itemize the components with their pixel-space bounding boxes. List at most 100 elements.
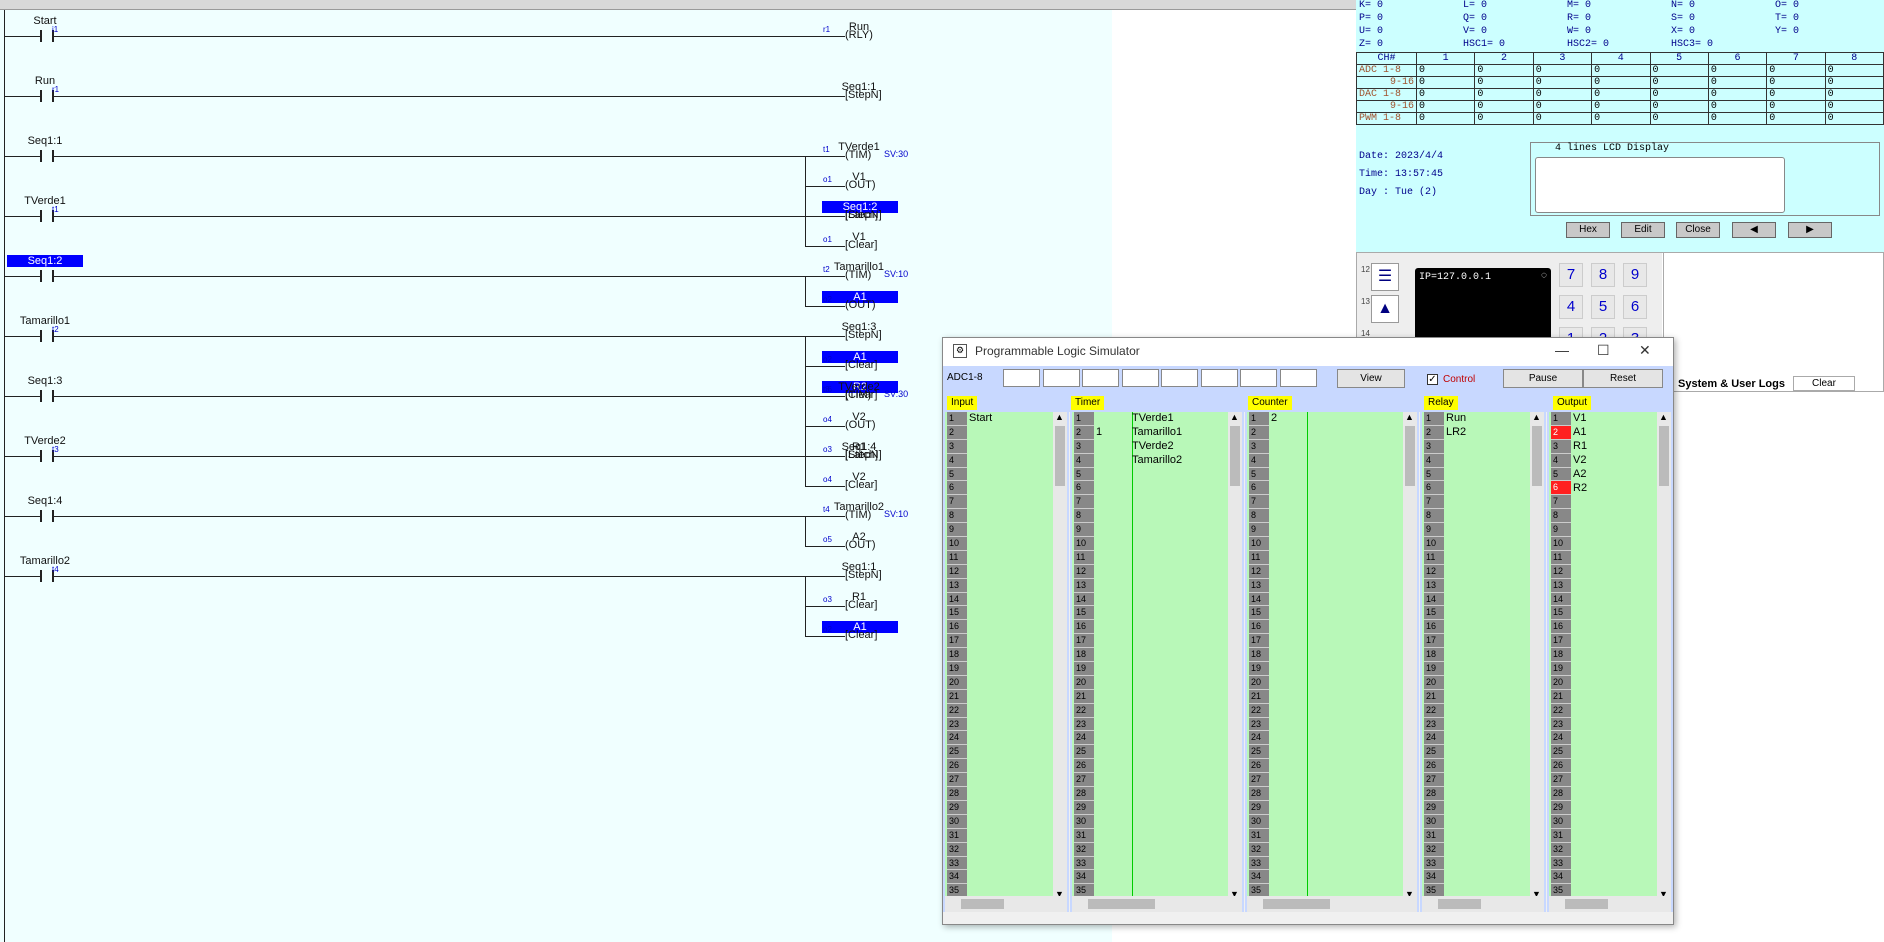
list-item[interactable]: TVerde1 (1132, 412, 1174, 426)
list-item[interactable]: A2 (1573, 468, 1586, 482)
list-item[interactable]: Run (1446, 412, 1466, 426)
adc-input[interactable] (1003, 369, 1040, 387)
keypad-key[interactable]: 7 (1559, 263, 1583, 287)
hscroll-thumb[interactable] (961, 899, 1004, 909)
close-icon[interactable]: ✕ (1639, 342, 1651, 359)
scroll-thumb[interactable] (1230, 426, 1240, 486)
pause-button[interactable]: Pause (1503, 369, 1583, 388)
input-list[interactable]: 1 2 3 4 5 6 7 8 9 10 11 12 13 14 15 16 17 18 19 20 21 22 23 24 2… (943, 412, 1069, 912)
adc-input[interactable] (1200, 369, 1238, 387)
input-header: Input (947, 396, 978, 410)
hscroll-thumb[interactable] (1565, 899, 1608, 909)
minimize-icon[interactable]: — (1555, 342, 1569, 358)
timer-list[interactable]: 1 2 3 4 5 6 7 8 9 10 11 12 13 14 15 16 17 18 19 20 21 22 23 24 2… (1070, 412, 1244, 912)
coil-type[interactable]: (TIM) (845, 149, 871, 161)
edit-button[interactable]: Edit (1621, 222, 1665, 238)
coil-type[interactable]: [Clear] (845, 629, 877, 641)
adc-input[interactable] (1279, 369, 1317, 387)
list-item[interactable]: Tamarillo1 (1132, 426, 1182, 440)
coil-type[interactable]: [Clear] (845, 239, 877, 251)
next-icon[interactable]: ▶ (1788, 222, 1832, 238)
simulator-window[interactable]: ⚙ Programmable Logic Simulator — ☐ ✕ ADC… (942, 337, 1674, 925)
horizontal-scrollbar[interactable] (945, 896, 1067, 912)
vertical-scrollbar[interactable]: ▲ ▼ (1403, 412, 1417, 899)
row-number: 21 (1424, 689, 1444, 704)
coil-type[interactable]: [StepN] (845, 449, 882, 461)
scroll-up-icon[interactable]: ▲ (1532, 412, 1541, 422)
list-item[interactable]: TVerde2 (1132, 440, 1174, 454)
coil-type[interactable]: (OUT) (845, 179, 876, 191)
list-item[interactable]: Tamarillo2 (1132, 454, 1182, 468)
coil-type[interactable]: (RLY) (845, 29, 873, 41)
list-item[interactable]: A1 (1573, 426, 1586, 440)
contact-symbol[interactable] (40, 150, 54, 162)
scroll-up-icon[interactable]: ▲ (1055, 412, 1064, 422)
coil-type[interactable]: [Clear] (845, 599, 877, 611)
adc-input[interactable] (1042, 369, 1080, 387)
coil-type[interactable]: (TIM) (845, 389, 871, 401)
vertical-scrollbar[interactable]: ▲ ▼ (1530, 412, 1544, 899)
toolbar-strip (0, 0, 1356, 10)
vertical-scrollbar[interactable]: ▲ ▼ (1053, 412, 1067, 899)
coil-type[interactable]: [StepN] (845, 569, 882, 581)
scroll-up-icon[interactable]: ▲ (1230, 412, 1239, 422)
view-button[interactable]: View (1337, 369, 1405, 388)
coil-type[interactable]: [StepN] (845, 329, 882, 341)
up-icon[interactable]: ▲ (1371, 295, 1399, 323)
horizontal-scrollbar[interactable] (1072, 896, 1242, 912)
scroll-up-icon[interactable]: ▲ (1405, 412, 1414, 422)
menu-icon[interactable]: ☰ (1371, 263, 1399, 291)
coil-type[interactable]: (OUT) (845, 419, 876, 431)
scroll-up-icon[interactable]: ▲ (1659, 412, 1668, 422)
coil-type[interactable]: (OUT) (845, 299, 876, 311)
output-list[interactable]: 1 2 3 4 5 6 7 8 9 10 11 12 13 14 15 16 17 18 19 20 21 22 23 24 2… (1547, 412, 1673, 912)
scroll-thumb[interactable] (1405, 426, 1415, 486)
hscroll-thumb[interactable] (1438, 899, 1481, 909)
horizontal-scrollbar[interactable] (1549, 896, 1671, 912)
coil-type[interactable]: [StepN] (845, 89, 882, 101)
prev-icon[interactable]: ◀ (1732, 222, 1776, 238)
list-item[interactable]: V1 (1573, 412, 1586, 426)
hscroll-thumb[interactable] (1263, 899, 1330, 909)
relay-list[interactable]: 1 2 3 4 5 6 7 8 9 10 11 12 13 14 15 16 17 18 19 20 21 22 23 24 2… (1420, 412, 1546, 912)
list-item[interactable]: R2 (1573, 482, 1587, 496)
coil-type[interactable]: (TIM) (845, 509, 871, 521)
maximize-icon[interactable]: ☐ (1597, 342, 1610, 359)
adc-input[interactable] (1082, 369, 1119, 387)
contact-symbol[interactable] (40, 390, 54, 402)
coil-type[interactable]: (OUT) (845, 539, 876, 551)
coil-type[interactable]: [Clear] (845, 479, 877, 491)
adc-input[interactable] (1121, 369, 1159, 387)
control-checkbox[interactable]: ✓ (1427, 374, 1438, 385)
title-bar[interactable]: ⚙ Programmable Logic Simulator — ☐ ✕ (943, 338, 1673, 366)
adc-input[interactable] (1161, 369, 1198, 387)
coil-type[interactable]: (TIM) (845, 269, 871, 281)
scroll-thumb[interactable] (1532, 426, 1542, 486)
list-item[interactable]: V2 (1573, 454, 1586, 468)
scroll-thumb[interactable] (1055, 426, 1065, 486)
clear-button[interactable]: Clear (1793, 376, 1855, 391)
keypad-key[interactable]: 9 (1623, 263, 1647, 287)
counter-list[interactable]: 1 2 3 4 5 6 7 8 9 10 11 12 13 14 15 16 17 18 19 20 21 22 23 24 2… (1245, 412, 1419, 912)
hex-button[interactable]: Hex (1566, 222, 1610, 238)
coil-type[interactable]: [StepN] (845, 209, 882, 221)
contact-symbol[interactable] (40, 510, 54, 522)
vertical-scrollbar[interactable]: ▲ ▼ (1228, 412, 1242, 899)
hscroll-thumb[interactable] (1088, 899, 1155, 909)
vertical-scrollbar[interactable]: ▲ ▼ (1657, 412, 1671, 899)
list-item[interactable]: LR2 (1446, 426, 1466, 440)
close-button[interactable]: Close (1676, 222, 1720, 238)
horizontal-scrollbar[interactable] (1422, 896, 1544, 912)
horizontal-scrollbar[interactable] (1247, 896, 1417, 912)
keypad-key[interactable]: 6 (1623, 295, 1647, 319)
list-item[interactable]: R1 (1573, 440, 1587, 454)
keypad-key[interactable]: 8 (1591, 263, 1615, 287)
reset-button[interactable]: Reset (1583, 369, 1663, 388)
adc-input[interactable] (1240, 369, 1277, 387)
list-item[interactable]: Start (969, 412, 992, 426)
scroll-thumb[interactable] (1659, 426, 1669, 486)
keypad-key[interactable]: 4 (1559, 295, 1583, 319)
coil-type[interactable]: [Clear] (845, 359, 877, 371)
contact-symbol[interactable] (40, 270, 54, 282)
keypad-key[interactable]: 5 (1591, 295, 1615, 319)
